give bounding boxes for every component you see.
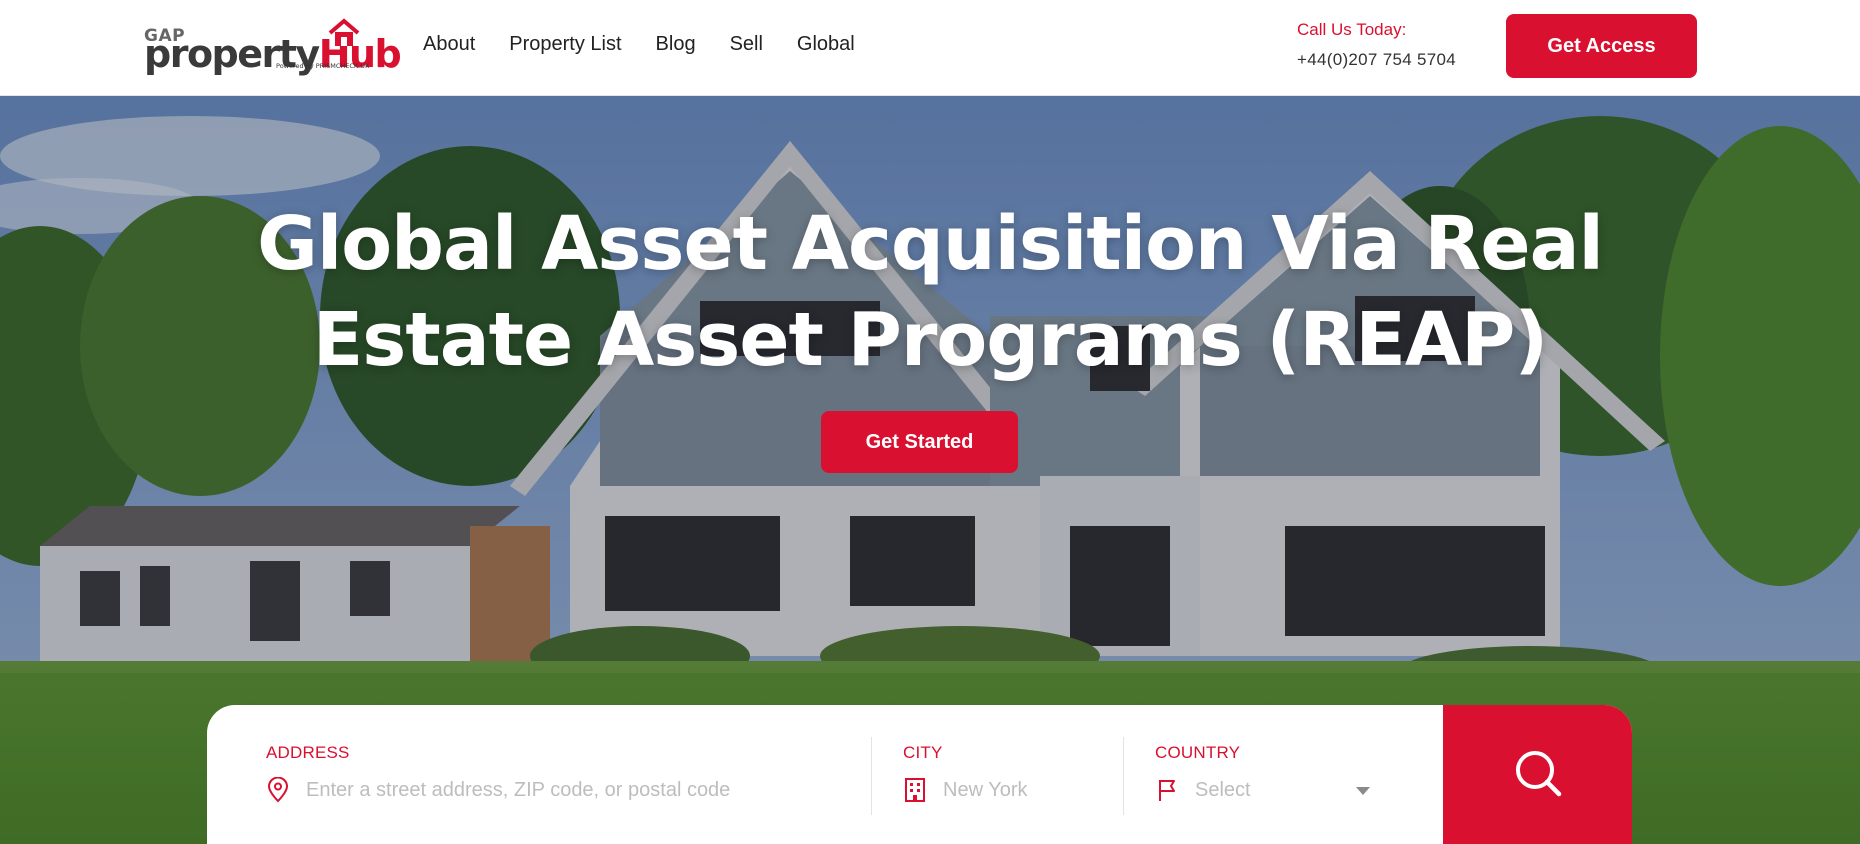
hero-headline: Global Asset Acquisition Via Real Estate… (0, 196, 1860, 388)
city-field: CITY (903, 743, 1113, 803)
get-access-button[interactable]: Get Access (1506, 14, 1697, 78)
hero-headline-line-2: Estate Asset Programs (REAP) (312, 297, 1548, 383)
address-field: ADDRESS (266, 743, 866, 803)
nav-item-about[interactable]: About (423, 33, 475, 56)
country-select-value[interactable]: Select (1195, 779, 1251, 802)
address-input[interactable] (306, 778, 866, 802)
city-label: CITY (903, 743, 943, 762)
call-us-label: Call Us Today: (1297, 20, 1407, 39)
building-icon (905, 778, 925, 802)
nav-item-sell[interactable]: Sell (730, 33, 763, 56)
house-icon (328, 18, 360, 46)
nav-item-global[interactable]: Global (797, 33, 855, 56)
hero-headline-line-1: Global Asset Acquisition Via Real (257, 201, 1604, 287)
chevron-down-icon[interactable] (1356, 787, 1370, 795)
phone-number[interactable]: +44(0)207 754 5704 (1297, 50, 1456, 70)
flag-icon (1159, 780, 1175, 801)
property-search-panel: ADDRESS CITY COUNTRY (207, 705, 1632, 844)
map-pin-icon (267, 777, 289, 803)
city-input[interactable] (943, 778, 1113, 802)
logo-tagline: Powered by PRISMCHECK UK (276, 62, 370, 70)
search-button[interactable] (1443, 705, 1632, 844)
country-field[interactable]: COUNTRY Select (1155, 743, 1251, 803)
address-label: ADDRESS (266, 743, 350, 762)
nav-item-property-list[interactable]: Property List (509, 33, 621, 56)
search-divider-1 (871, 737, 872, 815)
site-header: GAP propertyHub Powered by PRISMCHECK UK… (0, 0, 1860, 96)
nav-item-blog[interactable]: Blog (656, 33, 696, 56)
get-started-button[interactable]: Get Started (821, 411, 1018, 473)
logo[interactable]: GAP propertyHub Powered by PRISMCHECK UK (144, 18, 402, 76)
main-nav: About Property List Blog Sell Global (423, 33, 855, 56)
search-divider-2 (1123, 737, 1124, 815)
contact-block: Call Us Today: +44(0)207 754 5704 (1297, 20, 1456, 70)
search-icon (1516, 751, 1562, 797)
country-label: COUNTRY (1155, 743, 1241, 762)
